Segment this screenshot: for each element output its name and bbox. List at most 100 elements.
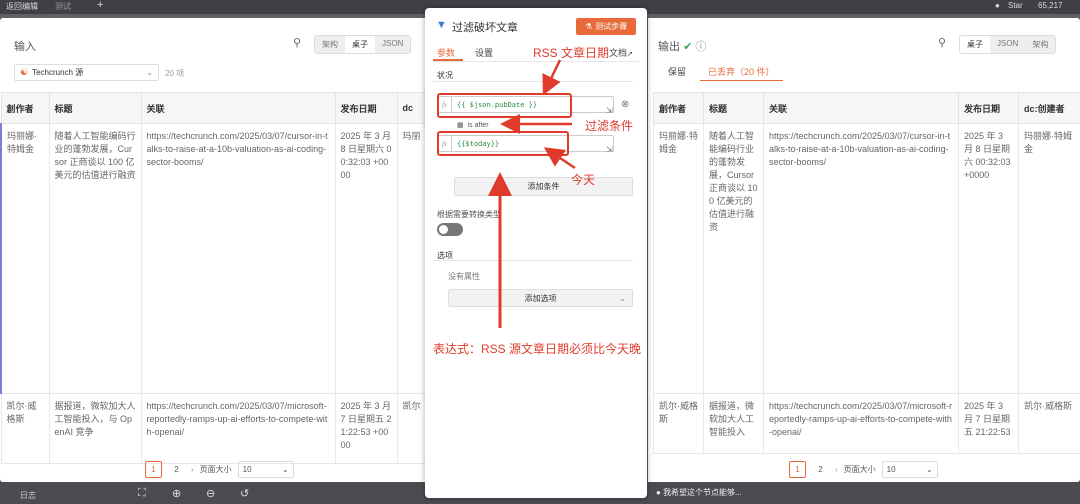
logs-label[interactable]: 日志 [20, 490, 36, 501]
view-table[interactable]: 桌子 [960, 36, 990, 53]
table-row: 凯尔·威格斯 据报道，微软加大人工智能投入 https://techcrunch… [653, 393, 1080, 454]
col-title: 标题 [703, 92, 764, 124]
page-1-button[interactable]: 1 [145, 461, 162, 478]
col-dc-creator: dc:创建者 [1018, 92, 1080, 124]
source-select[interactable]: ☯ Techcrunch 源 ⌄ [14, 64, 159, 81]
cell-link: https://techcrunch.com/2025/03/07/cursor… [763, 123, 959, 394]
page-size-label: 页面大小 [199, 465, 232, 474]
add-condition-button[interactable]: 添加条件 [454, 177, 633, 196]
conditions-divider [433, 81, 633, 82]
chevron-down-icon: ⌄ [146, 68, 153, 77]
convert-types-label: 根据需要转换类型 [437, 210, 501, 219]
github-star-count: 65,217 [1038, 1, 1063, 10]
col-creator: 創作者 [0, 92, 50, 124]
page-2-button[interactable]: 2 [812, 461, 829, 478]
output-title-text: 输出 [658, 41, 680, 53]
output-panel: 输出 ✔ ⓘ ⚲ 桌子 JSON 架构 保留 已丢弃（20 件） 創作者 标题 … [648, 18, 1080, 482]
item-count: 20 项 [165, 69, 185, 78]
table-row: 凯尔·威格斯 据报道，微软加大人工智能投入，与 OpenAI 竞争 https:… [0, 393, 425, 464]
input-pagination: 1 2 › 页面大小 10 ⌄ [145, 461, 294, 478]
chevron-down-icon: ⌄ [925, 465, 933, 474]
docs-link[interactable]: 文档↗ [609, 46, 633, 59]
cell-dc: 凯尔 [396, 393, 425, 464]
chevron-down-icon: ⌄ [619, 293, 626, 303]
cell-creator: 玛丽娜·特姆金 [653, 123, 704, 394]
input-title: 输入 [14, 41, 36, 53]
table-row: 玛丽娜·特姆金 随着人工智能编码行业的蓬勃发展，Cursor 正商谈以 100 … [653, 123, 1080, 394]
next-page-icon[interactable]: › [835, 465, 838, 474]
info-icon: ⓘ [695, 41, 707, 53]
check-circle-icon: ✔ [683, 41, 693, 53]
fit-view-icon[interactable]: ⛶ [138, 487, 146, 500]
tab-settings[interactable]: 设置 [475, 46, 493, 59]
cell-title: 随着人工智能编码行业的蓬勃发展，Cursor 正商谈以 100 亿美元的估值进行… [48, 123, 142, 394]
operator-value: is after [467, 121, 489, 129]
test-step-button[interactable]: ⚗ 测试步骤 [576, 18, 636, 35]
cell-creator: 玛丽娜·特姆金 [0, 123, 50, 394]
node-title[interactable]: 过滤破坏文章 [452, 19, 518, 35]
search-icon[interactable]: ⚲ [293, 36, 301, 49]
cell-date: 2025 年 3 月 7 日星期五 21:22:53 [958, 393, 1019, 454]
cell-link: https://techcrunch.com/2025/03/07/cursor… [140, 123, 336, 394]
expand-icon[interactable]: ⇲ [606, 145, 613, 154]
annotation-box-left-value [437, 93, 572, 118]
add-tab-icon[interactable]: + [97, 0, 103, 11]
test-tab[interactable]: 测试 [55, 1, 71, 12]
cell-dc: 玛丽娜·特姆金 [1018, 123, 1080, 394]
external-link-icon: ↗ [627, 51, 633, 58]
operator-select[interactable]: ▦ is after [457, 121, 489, 130]
ai-hint[interactable]: ● 我希望这个节点能够... [656, 487, 742, 498]
github-star-label[interactable]: Star [1008, 1, 1023, 10]
source-select-value: Techcrunch 源 [32, 68, 84, 77]
rss-icon: ☯ [20, 67, 29, 77]
view-json[interactable]: JSON [375, 36, 410, 53]
table-row: 玛丽娜·特姆金 随着人工智能编码行业的蓬勃发展，Cursor 正商谈以 100 … [0, 123, 425, 394]
docs-label: 文档 [609, 48, 628, 58]
page-2-button[interactable]: 2 [168, 461, 185, 478]
cell-link: https://techcrunch.com/2025/03/07/micros… [140, 393, 336, 464]
undo-icon[interactable]: ↺ [240, 487, 249, 500]
annotation-today: 今天 [571, 173, 596, 187]
cell-date: 2025 年 3 月 8 日星期六 00:32:03 +0000 [958, 123, 1019, 394]
github-icon[interactable]: ● [995, 1, 1000, 10]
tab-divider [433, 61, 639, 62]
page-size-value: 10 [242, 465, 252, 474]
cell-link: https://techcrunch.com/2025/03/07/micros… [763, 393, 959, 454]
next-page-icon[interactable]: › [191, 465, 194, 474]
cell-date: 2025 年 3 月 8 日星期六 00:32:03 +0000 [334, 123, 398, 394]
back-to-editor-link[interactable]: 返回编辑 [6, 1, 38, 12]
page-size-label: 页面大小 [843, 465, 876, 474]
chevron-down-icon: ⌄ [281, 465, 289, 474]
view-json[interactable]: JSON [990, 36, 1025, 53]
col-link: 关联 [140, 92, 336, 124]
expand-icon[interactable]: ⇲ [606, 106, 613, 115]
convert-types-toggle[interactable] [437, 223, 463, 236]
cell-dc: 玛丽 [396, 123, 425, 394]
input-table: 創作者 标题 关联 发布日期 dc 玛丽娜·特姆金 随着人工智能编码行业的蓬勃发… [0, 92, 425, 464]
col-creator: 創作者 [653, 92, 704, 124]
output-view-toggle: 桌子 JSON 架构 [959, 35, 1057, 54]
zoom-out-icon[interactable]: ⊖ [206, 487, 215, 500]
view-schema[interactable]: 架构 [315, 36, 345, 53]
view-table[interactable]: 桌子 [345, 36, 375, 53]
search-icon[interactable]: ⚲ [938, 36, 946, 49]
annotation-box-right-value [437, 131, 569, 156]
cell-title: 据报道，微软加大人工智能投入，与 OpenAI 竞争 [48, 393, 142, 464]
cell-dc: 凯尔·威格斯 [1018, 393, 1080, 454]
remove-condition-icon[interactable]: ⊗ [621, 99, 629, 110]
page-size-value: 10 [886, 465, 896, 474]
zoom-in-icon[interactable]: ⊕ [172, 487, 181, 500]
col-title: 标题 [48, 92, 142, 124]
output-pagination: 1 2 › 页面大小 10 ⌄ [789, 461, 938, 478]
page-size-select[interactable]: 10 ⌄ [881, 461, 938, 478]
tab-discarded[interactable]: 已丢弃（20 件） [700, 63, 783, 81]
page-1-button[interactable]: 1 [789, 461, 806, 478]
tab-kept[interactable]: 保留 [668, 65, 686, 78]
view-schema[interactable]: 架构 [1025, 36, 1055, 53]
add-option-button[interactable]: 添加选项 ⌄ [448, 289, 633, 307]
no-properties-text: 没有属性 [448, 272, 480, 281]
tab-parameters[interactable]: 参数 [437, 46, 455, 59]
toggle-knob [439, 225, 448, 234]
page-size-select[interactable]: 10 ⌄ [237, 461, 294, 478]
annotation-filter-condition: 过滤条件 [585, 119, 634, 133]
